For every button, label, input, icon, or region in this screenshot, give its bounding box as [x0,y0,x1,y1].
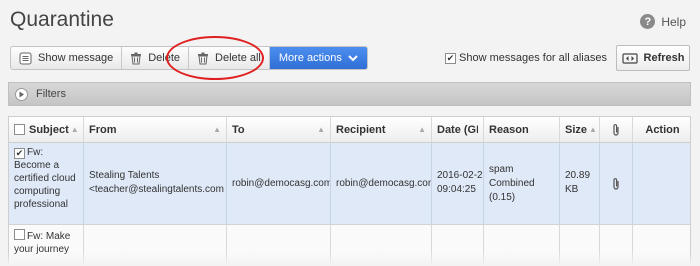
col-size-label: Size [565,123,588,136]
attachment-cell [600,143,633,224]
expand-arrow-icon [15,87,28,101]
sort-icon: ▲ [418,125,426,134]
date-cell [432,225,484,265]
refresh-label: Refresh [643,52,685,64]
reason-score: (0.15) [489,192,516,203]
from-name: Stealing Talents [89,170,160,181]
recipient-cell: robin@democasg.com [331,143,432,224]
size-cell: 20.89 KB [560,143,600,224]
aliases-checkbox[interactable]: ✔ [445,52,456,64]
table-header-row: Subject ▲ From ▲ To ▲ Recipient ▲ Date (GMT… [9,117,690,143]
message-toolbar: Show message Delete Delete all More acti… [10,46,368,70]
col-subject-label: Subject [29,123,69,136]
refresh-icon [621,52,638,64]
col-from-header[interactable]: From ▲ [84,117,227,143]
show-message-button[interactable]: Show message [11,47,123,69]
aliases-label: Show messages for all aliases [459,52,607,64]
more-actions-dropdown[interactable]: More actions [269,47,367,69]
col-reason-label: Reason [489,123,529,136]
show-aliases-toggle[interactable]: ✔ Show messages for all aliases [445,52,607,64]
delete-all-label: Delete all [215,52,261,64]
paperclip-icon [613,124,619,136]
col-recipient-label: Recipient [336,123,386,136]
sort-icon: ▲ [589,125,597,134]
from-email: <teacher@stealingtalents.com [89,184,224,195]
filters-panel-toggle[interactable]: Filters [8,82,691,106]
sort-icon: ▲ [213,125,221,134]
reason-cell: spam Combined (0.15) [484,143,560,224]
trash-icon [131,52,142,64]
table-row[interactable]: Fw: Make your journey [9,225,690,265]
sort-icon: ▲ [317,125,325,134]
action-cell [633,225,690,265]
col-to-header[interactable]: To ▲ [227,117,331,143]
attachment-cell [600,225,633,265]
paperclip-icon [613,178,619,190]
col-recipient-header[interactable]: Recipient ▲ [331,117,432,143]
message-icon [19,52,32,64]
date-time: 09:04:25 [437,184,476,195]
chevron-down-icon [348,54,358,61]
col-action-header[interactable]: Action [633,117,690,143]
col-subject-header[interactable]: Subject ▲ [9,117,84,143]
col-from-label: From [89,123,117,136]
size-value: 20.89 [565,170,591,181]
quarantine-table: Subject ▲ From ▲ To ▲ Recipient ▲ Date (GMT… [8,116,691,266]
help-label: Help [661,14,686,29]
delete-button[interactable]: Delete [122,47,190,69]
col-date-label: Date (GMT [437,123,478,136]
from-cell: Stealing Talents <teacher@stealingtalent… [84,143,227,224]
row-checkbox[interactable] [14,229,25,240]
more-actions-label: More actions [278,52,342,64]
col-action-label: Action [645,123,680,136]
table-row[interactable]: ✔ Fw: Become a certified cloud computing … [9,143,690,225]
filters-label: Filters [36,88,66,100]
col-to-label: To [232,123,245,136]
recipient-cell [331,225,432,265]
reason-type: spam [489,164,514,175]
size-cell [560,225,600,265]
trash-all-icon [198,52,209,64]
action-cell [633,143,690,224]
refresh-button[interactable]: Refresh [616,45,690,71]
col-reason-header[interactable]: Reason [484,117,560,143]
date-cell: 2016-02-2 09:04:25 [432,143,484,224]
reason-detail: Combined [489,178,535,189]
sort-asc-icon: ▲ [70,125,79,134]
to-cell: robin@democasg.com [227,143,331,224]
row-checkbox[interactable]: ✔ [14,148,25,159]
from-cell [84,225,227,265]
size-unit: KB [565,184,579,195]
subject-cell[interactable]: ✔ Fw: Become a certified cloud computing … [9,143,84,224]
delete-label: Delete [148,52,181,64]
col-date-header[interactable]: Date (GMT [432,117,484,143]
col-attachment-header[interactable] [600,117,633,143]
select-all-checkbox[interactable] [14,124,25,135]
col-size-header[interactable]: Size ▲ [560,117,600,143]
show-message-label: Show message [38,52,114,64]
date-day: 2016-02-2 [437,170,483,181]
subject-cell[interactable]: Fw: Make your journey [9,225,84,265]
help-link[interactable]: ? Help [640,14,686,29]
delete-all-button[interactable]: Delete all [189,47,270,69]
reason-cell [484,225,560,265]
to-cell [227,225,331,265]
help-icon: ? [640,14,656,29]
page-title: Quarantine [10,8,114,31]
